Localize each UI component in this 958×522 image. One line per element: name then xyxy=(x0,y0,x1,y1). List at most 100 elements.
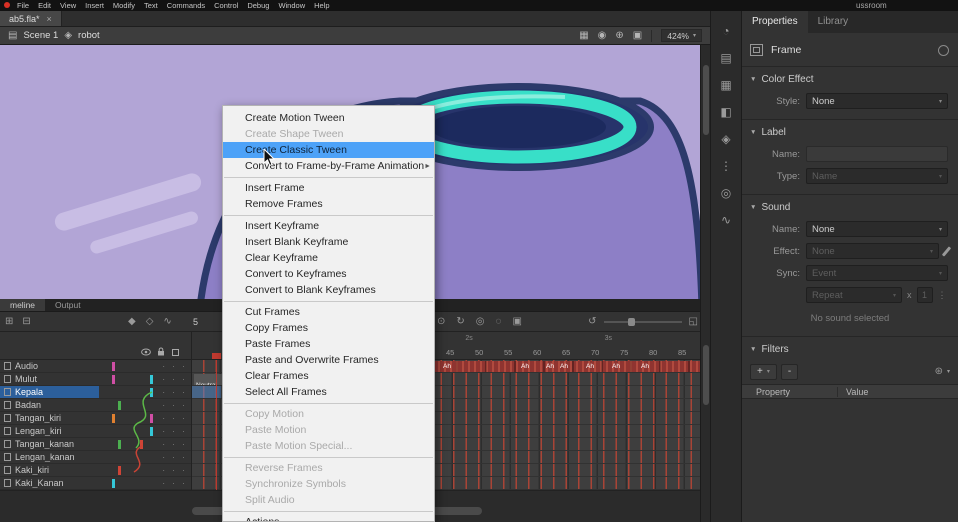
eye-icon[interactable] xyxy=(140,348,151,356)
lock-icon[interactable] xyxy=(155,347,166,356)
insert-keyframe-icon[interactable]: ◆ xyxy=(128,312,136,332)
menu-item-insert-keyframe[interactable]: Insert Keyframe xyxy=(223,218,434,234)
layer-visibility-toggle[interactable]: · xyxy=(159,425,168,438)
layer-row-audio[interactable]: Audio··· xyxy=(0,360,191,373)
tab-output[interactable]: Output xyxy=(45,299,91,311)
new-layer-icon[interactable]: ⊞ xyxy=(5,312,13,332)
menu-debug[interactable]: Debug xyxy=(247,1,269,10)
breadcrumb-symbol[interactable]: robot xyxy=(78,30,100,41)
layer-lock-toggle[interactable]: · xyxy=(169,373,178,386)
clock-icon[interactable]: ◔ xyxy=(722,25,729,38)
current-frame-indicator[interactable]: 5 xyxy=(193,312,198,332)
filters-header[interactable]: ▼ Filters xyxy=(742,340,958,358)
layer-lock-toggle[interactable]: · xyxy=(169,464,178,477)
center-frame-icon[interactable]: ⊙ xyxy=(437,312,445,332)
menu-item-select-all-frames[interactable]: Select All Frames xyxy=(223,384,434,400)
layer-visibility-toggle[interactable]: · xyxy=(159,477,168,490)
layer-outline-toggle[interactable]: · xyxy=(179,373,188,386)
sound-header[interactable]: ▼ Sound xyxy=(742,198,958,216)
label-header[interactable]: ▼ Label xyxy=(742,123,958,141)
wave-icon[interactable]: ∿ xyxy=(721,214,731,227)
layer-visibility-toggle[interactable]: · xyxy=(159,438,168,451)
menu-text[interactable]: Text xyxy=(144,1,158,10)
layer-outline-toggle[interactable]: · xyxy=(179,451,188,464)
layer-lock-toggle[interactable]: · xyxy=(169,477,178,490)
label-name-input[interactable] xyxy=(806,146,948,162)
menu-file[interactable]: File xyxy=(17,1,29,10)
layer-outline-toggle[interactable]: · xyxy=(179,399,188,412)
menu-item-insert-frame[interactable]: Insert Frame xyxy=(223,180,434,196)
graph-editor-icon[interactable]: ∿ xyxy=(163,312,171,332)
menu-item-paste-frames[interactable]: Paste Frames xyxy=(223,336,434,352)
target-icon[interactable]: ◎ xyxy=(721,187,731,200)
reset-timeline-zoom-icon[interactable]: ↺ xyxy=(588,312,596,332)
menu-modify[interactable]: Modify xyxy=(113,1,135,10)
layer-lock-toggle[interactable]: · xyxy=(169,438,178,451)
grid-icon[interactable]: ▦ xyxy=(720,79,731,92)
layer-visibility-toggle[interactable]: · xyxy=(159,451,168,464)
layer-outline-toggle[interactable]: · xyxy=(179,464,188,477)
menu-item-create-classic-tween[interactable]: Create Classic Tween xyxy=(223,142,434,158)
layer-row-tangan-kanan[interactable]: Tangan_kanan··· xyxy=(0,438,191,451)
layer-row-mulut[interactable]: Mulut··· xyxy=(0,373,191,386)
layer-visibility-toggle[interactable]: · xyxy=(159,386,168,399)
fit-timeline-icon[interactable]: ◱ xyxy=(689,312,698,332)
help-circle-icon[interactable] xyxy=(938,45,949,56)
timeline-zoom-slider[interactable] xyxy=(604,321,682,323)
layer-visibility-toggle[interactable]: · xyxy=(159,412,168,425)
tab-timeline[interactable]: meline xyxy=(0,299,45,311)
menu-item-convert-to-frame-by-frame-animation[interactable]: Convert to Frame-by-Frame Animation► xyxy=(223,158,434,174)
layer-visibility-toggle[interactable]: · xyxy=(159,360,168,373)
layer-row-kaki-kiri[interactable]: Kaki_kiri··· xyxy=(0,464,191,477)
layer-row-kaki-kanan[interactable]: Kaki_Kanan··· xyxy=(0,477,191,490)
layer-row-lengan-kanan[interactable]: Lengan_kanan··· xyxy=(0,451,191,464)
menu-item-insert-blank-keyframe[interactable]: Insert Blank Keyframe xyxy=(223,234,434,250)
rows-icon[interactable]: ▤ xyxy=(720,52,731,65)
edit-envelope-pencil-icon[interactable] xyxy=(942,246,951,256)
slider-thumb[interactable] xyxy=(628,318,635,326)
image-icon[interactable]: ▦ xyxy=(579,27,588,45)
dots-icon[interactable]: ⋮ xyxy=(720,160,732,173)
layer-lock-toggle[interactable]: · xyxy=(169,451,178,464)
menu-control[interactable]: Control xyxy=(214,1,238,10)
menu-item-copy-frames[interactable]: Copy Frames xyxy=(223,320,434,336)
menu-item-actions[interactable]: Actions xyxy=(223,514,434,522)
layer-row-badan[interactable]: Badan··· xyxy=(0,399,191,412)
layer-outline-toggle[interactable]: · xyxy=(179,386,188,399)
menu-item-remove-frames[interactable]: Remove Frames xyxy=(223,196,434,212)
breadcrumb-scene[interactable]: Scene 1 xyxy=(23,30,58,41)
menu-commands[interactable]: Commands xyxy=(167,1,205,10)
menu-item-convert-to-keyframes[interactable]: Convert to Keyframes xyxy=(223,266,434,282)
menu-insert[interactable]: Insert xyxy=(85,1,104,10)
filter-options-icon[interactable]: ⊛ xyxy=(935,366,943,377)
layer-outline-toggle[interactable]: · xyxy=(179,412,188,425)
style-dropdown[interactable]: None ▾ xyxy=(806,93,948,109)
color-effect-header[interactable]: ▼ Color Effect xyxy=(742,70,958,88)
tab-library[interactable]: Library xyxy=(808,11,859,33)
remove-filter-button[interactable]: - xyxy=(781,364,798,380)
onion-skin-icon[interactable]: ◎ xyxy=(476,312,485,332)
add-filter-button[interactable]: + ▾ xyxy=(750,364,777,380)
layer-outline-toggle[interactable]: · xyxy=(179,477,188,490)
menu-help[interactable]: Help xyxy=(314,1,329,10)
layer-lock-toggle[interactable]: · xyxy=(169,360,178,373)
menu-item-clear-frames[interactable]: Clear Frames xyxy=(223,368,434,384)
diamond-icon[interactable]: ◈ xyxy=(721,133,730,146)
layer-outline-toggle[interactable]: · xyxy=(179,360,188,373)
align-icon[interactable]: ◧ xyxy=(720,106,731,119)
workspace-label[interactable]: ussroom xyxy=(856,1,887,10)
menu-item-paste-and-overwrite-frames[interactable]: Paste and Overwrite Frames xyxy=(223,352,434,368)
layer-lock-toggle[interactable]: · xyxy=(169,425,178,438)
loop-icon[interactable]: ↻ xyxy=(456,312,464,332)
layer-lock-toggle[interactable]: · xyxy=(169,412,178,425)
layer-visibility-toggle[interactable]: · xyxy=(159,399,168,412)
layer-visibility-toggle[interactable]: · xyxy=(159,464,168,477)
close-icon[interactable]: × xyxy=(47,14,52,24)
outline-icon[interactable] xyxy=(170,349,181,356)
menu-item-create-motion-tween[interactable]: Create Motion Tween xyxy=(223,110,434,126)
menu-item-convert-to-blank-keyframes[interactable]: Convert to Blank Keyframes xyxy=(223,282,434,298)
edit-multiple-frames-icon[interactable]: ▣ xyxy=(512,312,521,332)
menu-window[interactable]: Window xyxy=(278,1,305,10)
layer-visibility-toggle[interactable]: · xyxy=(159,373,168,386)
color-icon[interactable]: ◉ xyxy=(598,27,607,45)
